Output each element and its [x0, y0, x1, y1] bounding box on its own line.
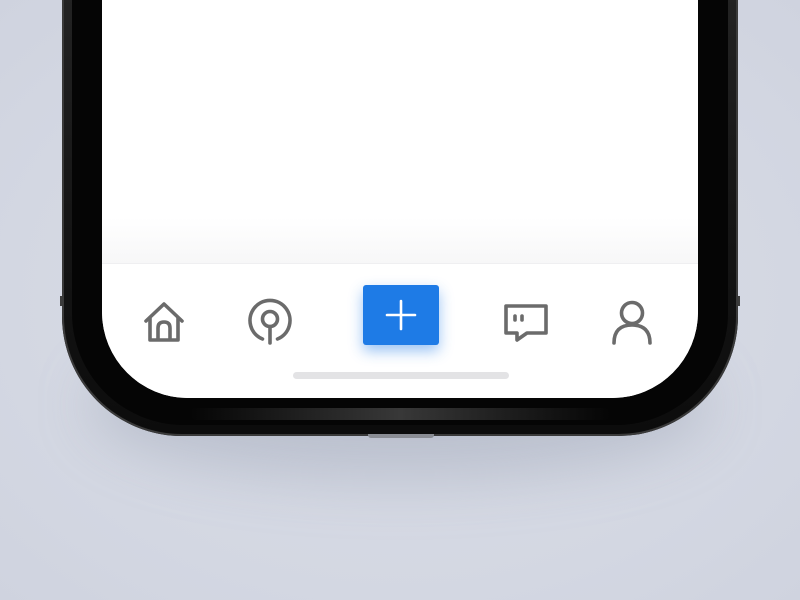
chat-bubble-icon: [504, 304, 548, 342]
add-button[interactable]: [363, 285, 439, 345]
content-area: [102, 0, 698, 263]
device-charging-port: [368, 434, 434, 438]
phone-screen: [102, 0, 698, 398]
location-pin-icon: [248, 298, 292, 345]
tab-discover[interactable]: [240, 292, 300, 352]
bottom-tab-bar: [102, 264, 698, 398]
tab-home[interactable]: [134, 292, 194, 352]
home-indicator[interactable]: [293, 372, 509, 379]
plus-icon: [385, 299, 417, 331]
tab-profile[interactable]: [602, 292, 662, 352]
tab-messages[interactable]: [496, 292, 556, 352]
bezel-highlight: [190, 408, 610, 420]
user-icon: [612, 300, 652, 345]
home-icon: [144, 302, 184, 342]
